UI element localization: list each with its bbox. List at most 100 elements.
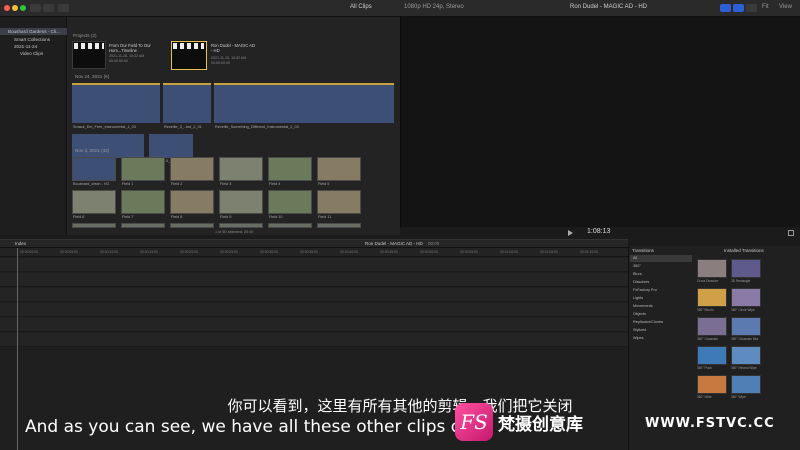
background-tasks-button[interactable] (58, 4, 69, 12)
video-clip-10[interactable] (219, 190, 263, 214)
video-clip-label-8: Field 7 (122, 215, 134, 219)
project-thumbnail-1[interactable] (72, 41, 106, 69)
transition-category-4[interactable]: Dissolves (630, 279, 692, 286)
video-clip-3[interactable] (170, 157, 214, 181)
event-item[interactable]: 2021-11-24 (14, 44, 37, 49)
video-clip-partial[interactable] (72, 223, 116, 228)
ruler-tick-label: 00:01:05:00 (540, 250, 558, 254)
zoom-window-button[interactable] (20, 5, 26, 11)
transition-category-3[interactable]: Blurs (630, 271, 692, 278)
view-menu[interactable]: View (779, 4, 792, 10)
transition-tile-1[interactable] (697, 259, 727, 278)
timeline-track-4[interactable] (0, 303, 628, 317)
video-clip-11[interactable] (268, 190, 312, 214)
close-window-button[interactable] (4, 5, 10, 11)
transition-tile-label-7: 360° Push (697, 366, 712, 370)
transition-category-10[interactable]: Stylized (630, 327, 692, 334)
timeline-track-5[interactable] (0, 318, 628, 332)
smart-collections-item[interactable]: Smart Collections (14, 37, 50, 42)
timeline-track-3[interactable] (0, 288, 628, 302)
audio-clip-4[interactable] (72, 134, 144, 158)
top-toolbar: All Clips 1080p HD 24p, Stereo Ron Dudel… (0, 0, 800, 17)
layout-toggle-inspector[interactable] (746, 4, 757, 12)
transition-tile-5[interactable] (697, 317, 727, 336)
layout-toggle-browser[interactable] (720, 4, 731, 12)
video-clip-7[interactable] (72, 190, 116, 214)
transition-tile-label-4: 360° Circle Wipe (731, 308, 755, 312)
video-clip-label-11: Field 10 (269, 215, 283, 219)
ruler-tick-label: 00:00:45:00 (380, 250, 398, 254)
format-info: 1080p HD 24p, Stereo (404, 4, 464, 10)
transition-category-11[interactable]: Wipes (630, 335, 692, 342)
project-thumbnail-2[interactable] (171, 41, 207, 70)
transition-category-6[interactable]: Lights (630, 295, 692, 302)
fit-menu[interactable]: Fit (762, 4, 769, 10)
transition-tile-7[interactable] (697, 346, 727, 365)
video-clip-partial[interactable] (219, 223, 263, 228)
play-button[interactable] (568, 230, 573, 236)
minimize-window-button[interactable] (12, 5, 18, 11)
video-clip-2[interactable] (121, 157, 165, 181)
transition-category-9[interactable]: Replicator/Clones (630, 319, 692, 326)
transitions-header: Transitions (632, 248, 654, 253)
library-item[interactable]: Boushard Gardens - Cli... (8, 29, 60, 34)
viewer[interactable] (400, 17, 800, 235)
audio-clip-1[interactable] (72, 83, 160, 123)
video-clip-label-7: Field 6 (73, 215, 85, 219)
video-clip-partial[interactable] (317, 223, 361, 228)
video-clip-label-2: Field 1 (122, 182, 134, 186)
video-clip-partial[interactable] (268, 223, 312, 228)
timeline-track-2[interactable] (0, 273, 628, 287)
index-button[interactable]: Index (15, 241, 26, 246)
transition-category-8[interactable]: Objects (630, 311, 692, 318)
video-clip-partial[interactable] (121, 223, 165, 228)
watermark-brand: 梵摄创意库 (498, 415, 583, 435)
ruler-tick-label: 00:00:05:00 (60, 250, 78, 254)
video-clip-12[interactable] (317, 190, 361, 214)
transition-tile-8[interactable] (731, 346, 761, 365)
transition-category-5[interactable]: FxFactory Pro (630, 287, 692, 294)
video-clips-item[interactable]: Video Clips (20, 51, 43, 56)
transition-category-7[interactable]: Movements (630, 303, 692, 310)
video-clip-8[interactable] (121, 190, 165, 214)
ruler-tick-label: 00:00:15:00 (140, 250, 158, 254)
video-clip-partial[interactable] (170, 223, 214, 228)
fullscreen-icon[interactable] (788, 230, 794, 236)
transition-tile-label-5: 360° Gaussian (697, 337, 718, 341)
layout-toggle-timeline[interactable] (733, 4, 744, 12)
timeline-project-title: Ron Dudel - MAGIC AD - HD (365, 241, 423, 246)
watermark-site: WWW.FSTVC.CC (645, 416, 775, 431)
transition-tile-4[interactable] (731, 288, 761, 307)
video-clip-4[interactable] (219, 157, 263, 181)
video-clip-label-1: Boushard_clean - VO (73, 182, 110, 186)
transition-tile-label-6: 360° Gaussian Blur (731, 337, 759, 341)
video-clip-label-3: Field 2 (171, 182, 183, 186)
import-button[interactable] (30, 4, 41, 12)
transition-tile-label-8: 360° Reveal Wipe (731, 366, 757, 370)
transition-category-2[interactable]: 360° (630, 263, 692, 270)
audio-clip-3[interactable] (214, 83, 394, 123)
transition-category-1[interactable]: All (630, 255, 692, 262)
transition-tile-10[interactable] (731, 375, 761, 394)
transition-tile-3[interactable] (697, 288, 727, 307)
nov24-header: Nov 24, 2021 (6) (75, 74, 110, 79)
ruler-tick-label: 00:01:10:00 (580, 250, 598, 254)
keywords-button[interactable] (43, 4, 54, 12)
audio-clip-2[interactable] (163, 83, 211, 123)
video-clip-1[interactable] (72, 157, 116, 181)
video-clip-9[interactable] (170, 190, 214, 214)
video-clip-5[interactable] (268, 157, 312, 181)
transition-tile-6[interactable] (731, 317, 761, 336)
timeline-track-1[interactable] (0, 258, 628, 272)
audio-clip-5[interactable] (149, 134, 193, 158)
viewer-controls: 1:08:13 (400, 227, 800, 239)
timeline-track-6[interactable] (0, 333, 628, 347)
browser-filter[interactable]: All Clips (350, 4, 372, 10)
video-clip-6[interactable] (317, 157, 361, 181)
timeline-ruler[interactable]: 00:00:00:00 00:00:05:00 00:00:10:00 00:00:1… (0, 248, 628, 257)
transition-tile-2[interactable] (731, 259, 761, 278)
transition-tile-9[interactable] (697, 375, 727, 394)
playhead[interactable] (17, 248, 18, 450)
timeline-duration: 00:00 (428, 241, 440, 246)
viewer-timecode: 1:08:13 (587, 228, 611, 235)
